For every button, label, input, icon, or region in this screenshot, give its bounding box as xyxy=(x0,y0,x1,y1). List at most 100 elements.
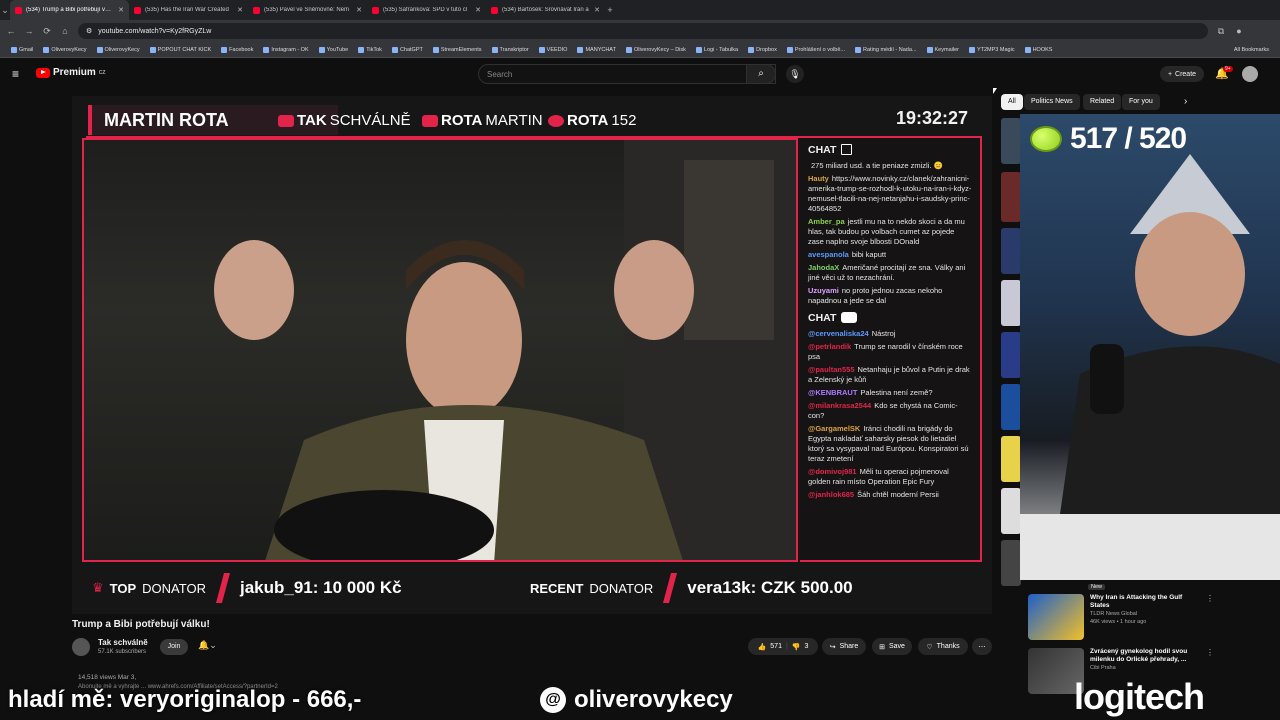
recommended-thumbnail[interactable] xyxy=(1001,280,1021,326)
bookmark-item[interactable]: Keymailer xyxy=(922,46,964,53)
bookmark-icon xyxy=(149,46,156,53)
bookmark-item[interactable]: Transkriptor xyxy=(487,46,534,53)
bookmark-item[interactable]: Rating médií - Nada... xyxy=(850,46,922,53)
close-tab-icon[interactable]: ✕ xyxy=(594,6,600,14)
like-dislike-button[interactable]: 👍 571 | 👎 3 xyxy=(748,638,818,655)
bookmark-item[interactable]: POPOUT CHAT KICK xyxy=(145,46,216,53)
bookmark-item[interactable]: Instagram - OK xyxy=(258,46,313,53)
bookmark-icon xyxy=(11,46,17,53)
recommended-title[interactable]: Why Iran is Attacking the Gulf States xyxy=(1090,594,1200,610)
label-bold: RECENT xyxy=(529,580,584,596)
back-icon[interactable]: ← xyxy=(6,26,16,36)
create-button[interactable]: + Create xyxy=(1160,66,1204,82)
youtube-logo[interactable]: Premium CZ xyxy=(36,67,105,78)
dislike-count: 3 xyxy=(804,643,809,650)
search-input[interactable]: Search xyxy=(478,64,776,84)
share-button[interactable]: ↪ Share xyxy=(822,638,866,655)
bookmark-item[interactable]: VEEDIO xyxy=(534,46,573,53)
logitech-logo: logitech xyxy=(1074,676,1205,717)
recommended-thumbnail[interactable] xyxy=(1001,228,1021,274)
chat-username: @KENBRAUT xyxy=(808,388,858,397)
recommended-thumbnail[interactable] xyxy=(1001,118,1021,164)
bookmark-item[interactable]: TikTok xyxy=(353,46,387,53)
close-tab-icon[interactable]: ✕ xyxy=(237,6,243,14)
bookmark-item[interactable]: OliverovyKecy xyxy=(92,46,145,53)
bookmark-item[interactable]: ChatGPT xyxy=(387,46,428,53)
recommended-thumbnail[interactable] xyxy=(1001,488,1021,534)
more-icon[interactable]: ⋮ xyxy=(1206,648,1214,694)
bookmark-item[interactable]: OliverovyKecy xyxy=(38,46,91,53)
bookmark-item[interactable]: OliverovyKecy – Disk xyxy=(621,46,691,53)
menu-icon[interactable]: ≡ xyxy=(12,67,19,81)
search-button[interactable]: ⌕ xyxy=(746,64,776,84)
avatar[interactable] xyxy=(1242,66,1258,82)
bookmark-item[interactable]: Logi - Tabulka xyxy=(691,46,743,53)
subscribe-bell-icon[interactable]: 🔔⌄ xyxy=(198,640,217,651)
bookmark-item[interactable]: YT2MP3 Magic xyxy=(964,46,1020,53)
recommended-thumbnail[interactable] xyxy=(1028,594,1084,640)
bookmark-item[interactable]: StreamElements xyxy=(428,46,487,53)
home-icon[interactable]: ⌂ xyxy=(60,26,70,36)
chip-for-you[interactable]: For you xyxy=(1122,94,1160,110)
chat-username: @milankrasa2544 xyxy=(808,401,872,410)
save-button[interactable]: ⊞ Save xyxy=(872,638,912,655)
bookmark-item[interactable]: Prohlášení o volbě... xyxy=(782,46,850,53)
recommended-title[interactable]: Zvrácený gynekolog hodil svou milenku do… xyxy=(1090,648,1200,664)
chip-related[interactable]: Related xyxy=(1083,94,1122,110)
recommended-thumbnail[interactable] xyxy=(1001,436,1021,482)
extensions-icon[interactable]: ⧉ xyxy=(1216,26,1226,37)
stream-clock: 19:32:27 xyxy=(895,108,968,128)
youtube-favicon-icon xyxy=(253,6,260,14)
close-tab-icon[interactable]: ✕ xyxy=(118,6,124,14)
recommended-thumbnail[interactable] xyxy=(1001,540,1021,586)
premium-label: Premium xyxy=(53,67,96,78)
bookmark-label: Facebook xyxy=(229,46,254,53)
reload-icon[interactable]: ⟳ xyxy=(42,26,52,37)
chat-text: Palestina není země? xyxy=(860,388,933,397)
recommended-thumbnail[interactable] xyxy=(1001,384,1021,430)
chevron-right-icon[interactable]: › xyxy=(1184,96,1187,107)
close-tab-icon[interactable]: ✕ xyxy=(475,6,481,14)
voice-search-icon[interactable]: 🎙 xyxy=(786,65,804,83)
address-bar[interactable]: ⚙ youtube.com/watch?v=Ky2fRGyZLw xyxy=(78,23,1208,39)
tab-search-icon[interactable]: ⌄ xyxy=(0,5,10,16)
profile-icon[interactable]: ● xyxy=(1234,26,1244,36)
browser-tab[interactable]: (535) Pavel ve Sněmovně: Nem ✕ xyxy=(248,0,367,20)
all-bookmarks-button[interactable]: All Bookmarks xyxy=(1229,47,1274,53)
bookmark-label: OliverovyKecy xyxy=(51,46,87,53)
chat-username: @GargamelSK xyxy=(808,424,861,433)
divider xyxy=(663,573,678,603)
browser-tab[interactable]: (535) Has the Iran War Created ✕ xyxy=(129,0,248,20)
bookmark-label: Rating médií - Nada... xyxy=(863,46,917,53)
channel-name[interactable]: Tak schválně xyxy=(98,638,148,647)
close-tab-icon[interactable]: ✕ xyxy=(356,6,362,14)
recommended-thumbnail[interactable] xyxy=(1001,172,1021,222)
more-icon[interactable]: ⋮ xyxy=(1206,594,1214,640)
recommended-video[interactable]: Why Iran is Attacking the Gulf States TL… xyxy=(1028,594,1214,640)
thanks-button[interactable]: ♡ Thanks xyxy=(918,638,968,655)
bookmark-label: OliverovyKecy – Disk xyxy=(633,46,686,53)
browser-tab[interactable]: (534) Trump a Bibi potřebují válku! ✕ xyxy=(10,0,129,20)
chip-all[interactable]: All xyxy=(1001,94,1023,110)
bookmark-icon xyxy=(1024,46,1031,53)
site-info-icon[interactable]: ⚙ xyxy=(86,27,92,35)
bookmark-label: VEEDIO xyxy=(546,46,568,53)
bookmark-item[interactable]: Gmail xyxy=(6,46,38,53)
bookmark-item[interactable]: Facebook xyxy=(216,46,258,53)
more-actions-button[interactable]: ⋯ xyxy=(972,638,992,655)
bookmark-item[interactable]: YouTube xyxy=(314,46,354,53)
chat-message: @petrlandik Trump se narodil v čínském ro… xyxy=(808,342,972,362)
forward-icon[interactable]: → xyxy=(24,26,34,36)
bookmark-item[interactable]: HOOKS xyxy=(1020,46,1058,53)
recommended-thumbnail[interactable] xyxy=(1001,332,1021,378)
channel-avatar[interactable] xyxy=(72,638,90,656)
new-tab-button[interactable]: + xyxy=(605,5,615,15)
notification-count-badge: 9+ xyxy=(1223,66,1233,72)
browser-tab[interactable]: (535) Šafránková: SPD v tuto cl ✕ xyxy=(367,0,486,20)
bookmark-item[interactable]: MANYCHAT xyxy=(572,46,620,53)
join-button[interactable]: Join xyxy=(160,639,188,655)
chip-politics-news[interactable]: Politics News xyxy=(1024,94,1080,110)
browser-tab[interactable]: (534) Bartošek: Srovnávat Írán a ✕ xyxy=(486,0,605,20)
bookmark-icon xyxy=(926,46,933,53)
bookmark-item[interactable]: Dropbox xyxy=(743,46,782,53)
